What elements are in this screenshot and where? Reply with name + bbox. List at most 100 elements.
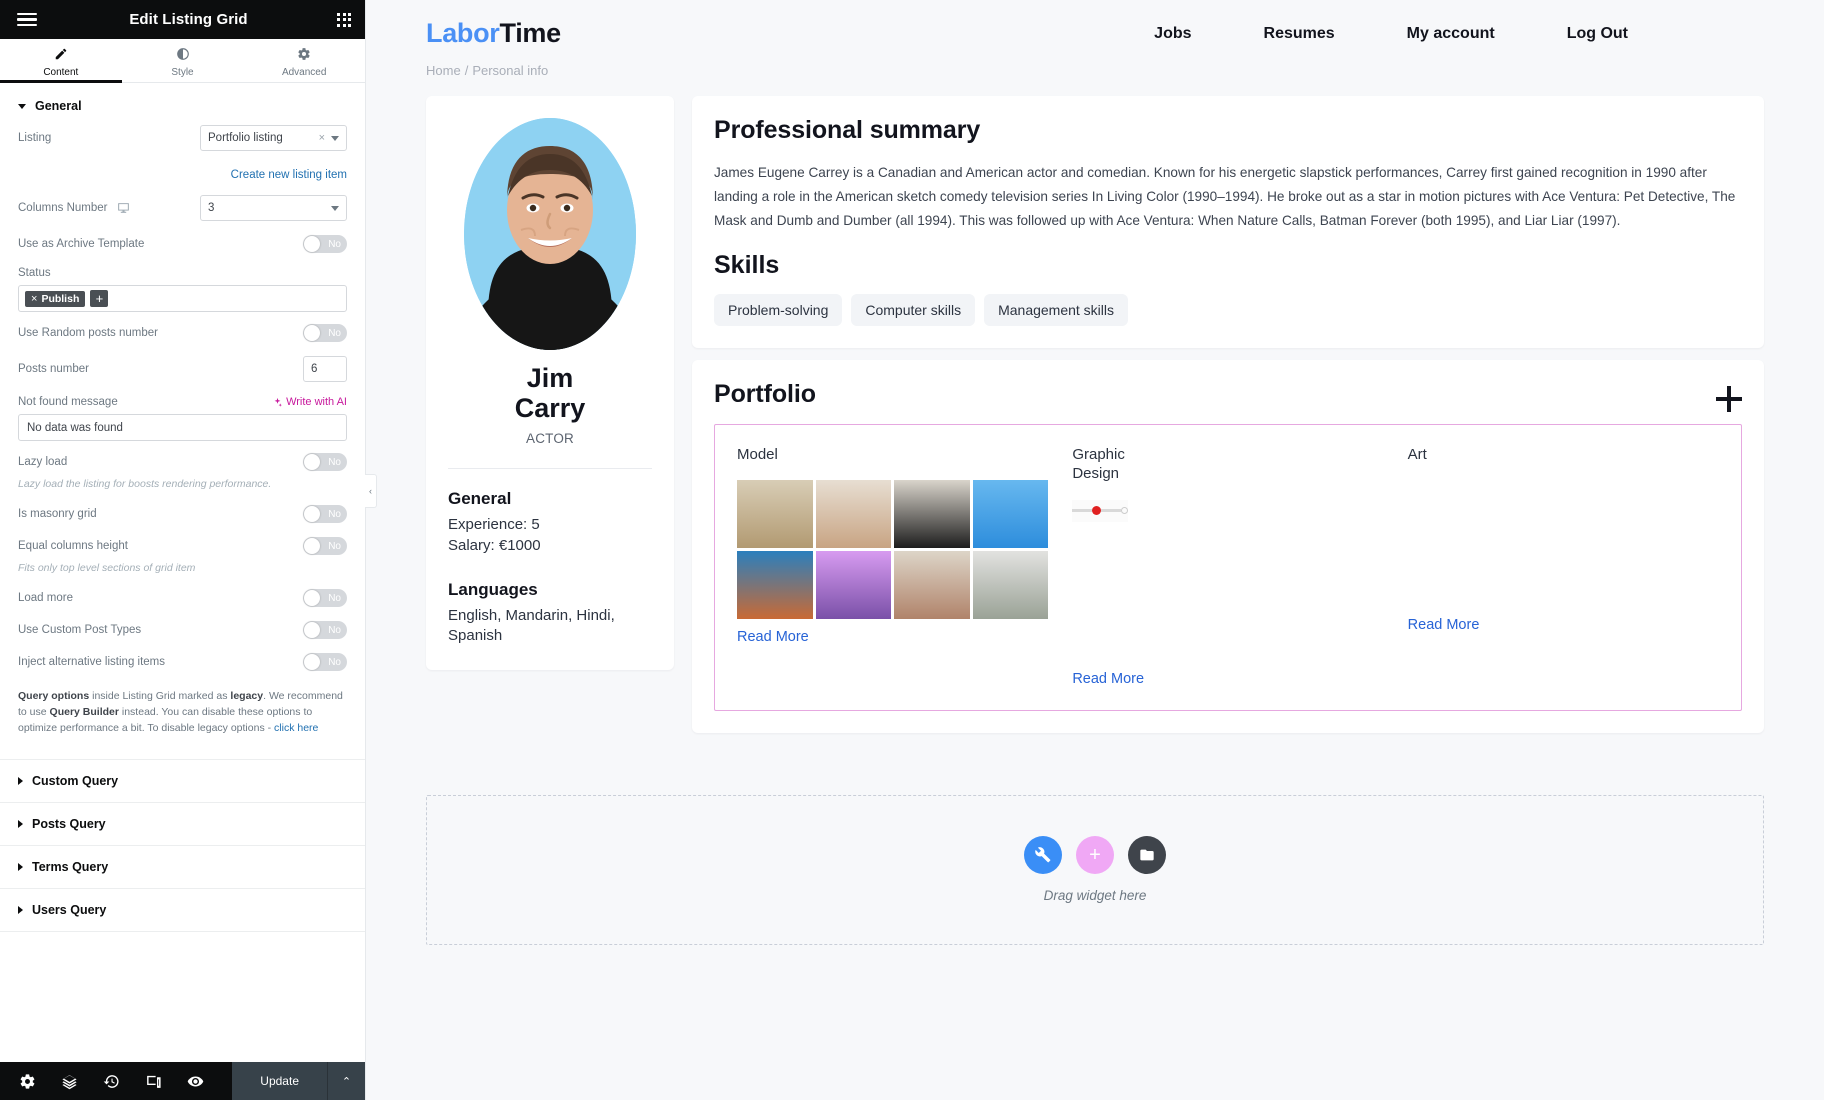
panel-body[interactable]: General Listing Portfolio listing × Crea…: [0, 83, 365, 1062]
control-not-found-input: [0, 414, 365, 453]
tab-style[interactable]: Style: [122, 39, 244, 82]
accordion-terms-query[interactable]: Terms Query: [0, 844, 365, 888]
control-load-more: Load more No: [0, 589, 365, 621]
update-options-caret[interactable]: ⌃: [327, 1062, 365, 1100]
equal-columns-toggle[interactable]: No: [303, 537, 347, 556]
read-more-link[interactable]: Read More: [737, 629, 809, 645]
random-posts-toggle[interactable]: No: [303, 324, 347, 342]
nav-resumes[interactable]: Resumes: [1228, 25, 1371, 43]
status-tag-publish[interactable]: × Publish: [25, 290, 86, 307]
preview-eye-icon[interactable]: [174, 1062, 216, 1100]
custom-post-types-toggle[interactable]: No: [303, 621, 347, 640]
nav-jobs[interactable]: Jobs: [1118, 25, 1227, 43]
accordion-users-query[interactable]: Users Query: [0, 887, 365, 931]
accordion-terms-query-label: Terms Query: [32, 859, 109, 874]
wrench-icon[interactable]: [1024, 836, 1062, 875]
columns-number-select[interactable]: 3: [200, 195, 347, 221]
lazy-load-toggle[interactable]: No: [303, 453, 347, 471]
accordion-custom-query-label: Custom Query: [32, 773, 119, 788]
notice-bold-1: Query options: [18, 690, 90, 703]
avatar-wrap: [426, 118, 674, 350]
footer-tools: [0, 1062, 232, 1100]
listing-grid-item[interactable]: Graphic Design Read More: [1060, 445, 1395, 688]
professional-summary-card: Professional summary James Eugene Carrey…: [692, 96, 1764, 348]
history-icon[interactable]: [90, 1062, 132, 1100]
control-random-posts: Use Random posts number No: [0, 324, 365, 356]
gear-icon: [297, 47, 311, 64]
nav-log-out[interactable]: Log Out: [1531, 25, 1664, 43]
skill-pill: Computer skills: [851, 293, 976, 326]
not-found-message-input[interactable]: [18, 414, 347, 441]
breadcrumb-separator: /: [464, 63, 469, 78]
control-custom-post-types: Use Custom Post Types No: [0, 621, 365, 653]
write-with-ai-link[interactable]: Write with AI: [272, 396, 347, 408]
accordion-custom-query[interactable]: Custom Query: [0, 758, 365, 802]
desktop-icon[interactable]: [117, 202, 130, 215]
tab-advanced[interactable]: Advanced: [243, 39, 365, 82]
chevron-right-icon: [18, 776, 23, 785]
archive-template-toggle[interactable]: No: [303, 235, 347, 253]
profile-last-name: Carry: [514, 392, 586, 423]
listing-label: Listing: [18, 132, 52, 144]
plus-icon[interactable]: +: [1076, 836, 1114, 875]
logo-time: Time: [499, 18, 562, 48]
media-tile: [972, 480, 1049, 549]
page-preview: LaborTime Jobs Resumes My account Log Ou…: [366, 0, 1824, 1100]
inject-items-toggle[interactable]: No: [303, 653, 347, 672]
layers-icon[interactable]: [48, 1062, 90, 1100]
listing-select[interactable]: Portfolio listing ×: [200, 125, 347, 151]
listing-grid[interactable]: Model Read More Graphic Design Read More…: [714, 423, 1742, 711]
posts-number-input[interactable]: [303, 356, 347, 382]
elementor-panel: Edit Listing Grid Content Style Advanced: [0, 0, 377, 1100]
listing-item-title: Graphic Design: [1072, 445, 1383, 484]
click-here-link[interactable]: click here: [274, 722, 318, 734]
site-header: LaborTime Jobs Resumes My account Log Ou…: [366, 0, 1824, 49]
folder-icon[interactable]: [1128, 836, 1166, 875]
tab-content[interactable]: Content: [0, 39, 122, 83]
columns-number-text: Columns Number: [18, 202, 108, 214]
tab-content-label: Content: [43, 67, 79, 78]
listing-grid-item[interactable]: Art Read More: [1396, 445, 1731, 688]
control-status: Status × Publish +: [0, 267, 365, 324]
notice-bold-2: legacy: [230, 690, 264, 703]
profile-role: ACTOR: [525, 431, 574, 447]
equal-columns-value: No: [328, 540, 341, 552]
plus-glyph: +: [1089, 844, 1101, 867]
listing-grid-item[interactable]: Model Read More: [725, 445, 1060, 688]
status-tag-input[interactable]: × Publish +: [18, 285, 347, 312]
columns-number-label: Columns Number: [18, 202, 130, 215]
chevron-right-icon: [18, 819, 23, 828]
accordion-posts-query[interactable]: Posts Query: [0, 801, 365, 845]
breadcrumb-home[interactable]: Home: [426, 63, 461, 78]
nav-my-account[interactable]: My account: [1371, 25, 1531, 43]
profile-salary: Salary: €1000: [448, 536, 541, 554]
profile-name: Jim Carry: [426, 363, 674, 423]
control-archive-template: Use as Archive Template No: [0, 235, 365, 267]
clear-icon[interactable]: ×: [319, 132, 325, 144]
remove-tag-icon[interactable]: ×: [31, 293, 37, 305]
add-status-button[interactable]: +: [90, 290, 109, 307]
update-button[interactable]: Update: [232, 1062, 327, 1100]
widget-dropzone[interactable]: + Drag widget here: [426, 794, 1764, 945]
chevron-right-icon: [18, 862, 23, 871]
listing-item-title: Art: [1407, 445, 1427, 463]
read-more-link[interactable]: Read More: [1072, 671, 1144, 687]
listing-item-title-line1: Graphic: [1072, 445, 1125, 463]
create-new-listing-item-link[interactable]: Create new listing item: [231, 169, 347, 181]
site-logo[interactable]: LaborTime: [426, 18, 561, 49]
masonry-toggle[interactable]: No: [303, 505, 347, 524]
responsive-icon[interactable]: [132, 1062, 174, 1100]
panel-collapse-handle[interactable]: ‹: [365, 474, 377, 508]
listing-item-media: [1072, 499, 1383, 661]
read-more-link[interactable]: Read More: [1408, 617, 1480, 633]
section-general-label: General: [35, 99, 82, 113]
media-tile: [815, 551, 892, 620]
gear-icon[interactable]: [6, 1062, 48, 1100]
hamburger-icon[interactable]: [14, 10, 40, 30]
load-more-toggle[interactable]: No: [303, 589, 347, 608]
plus-icon[interactable]: [1716, 385, 1742, 412]
grid-apps-icon[interactable]: [337, 12, 351, 27]
section-general[interactable]: General: [0, 83, 365, 125]
equal-columns-hint: Fits only top level sections of grid ite…: [18, 562, 196, 575]
pencil-icon: [54, 47, 68, 64]
